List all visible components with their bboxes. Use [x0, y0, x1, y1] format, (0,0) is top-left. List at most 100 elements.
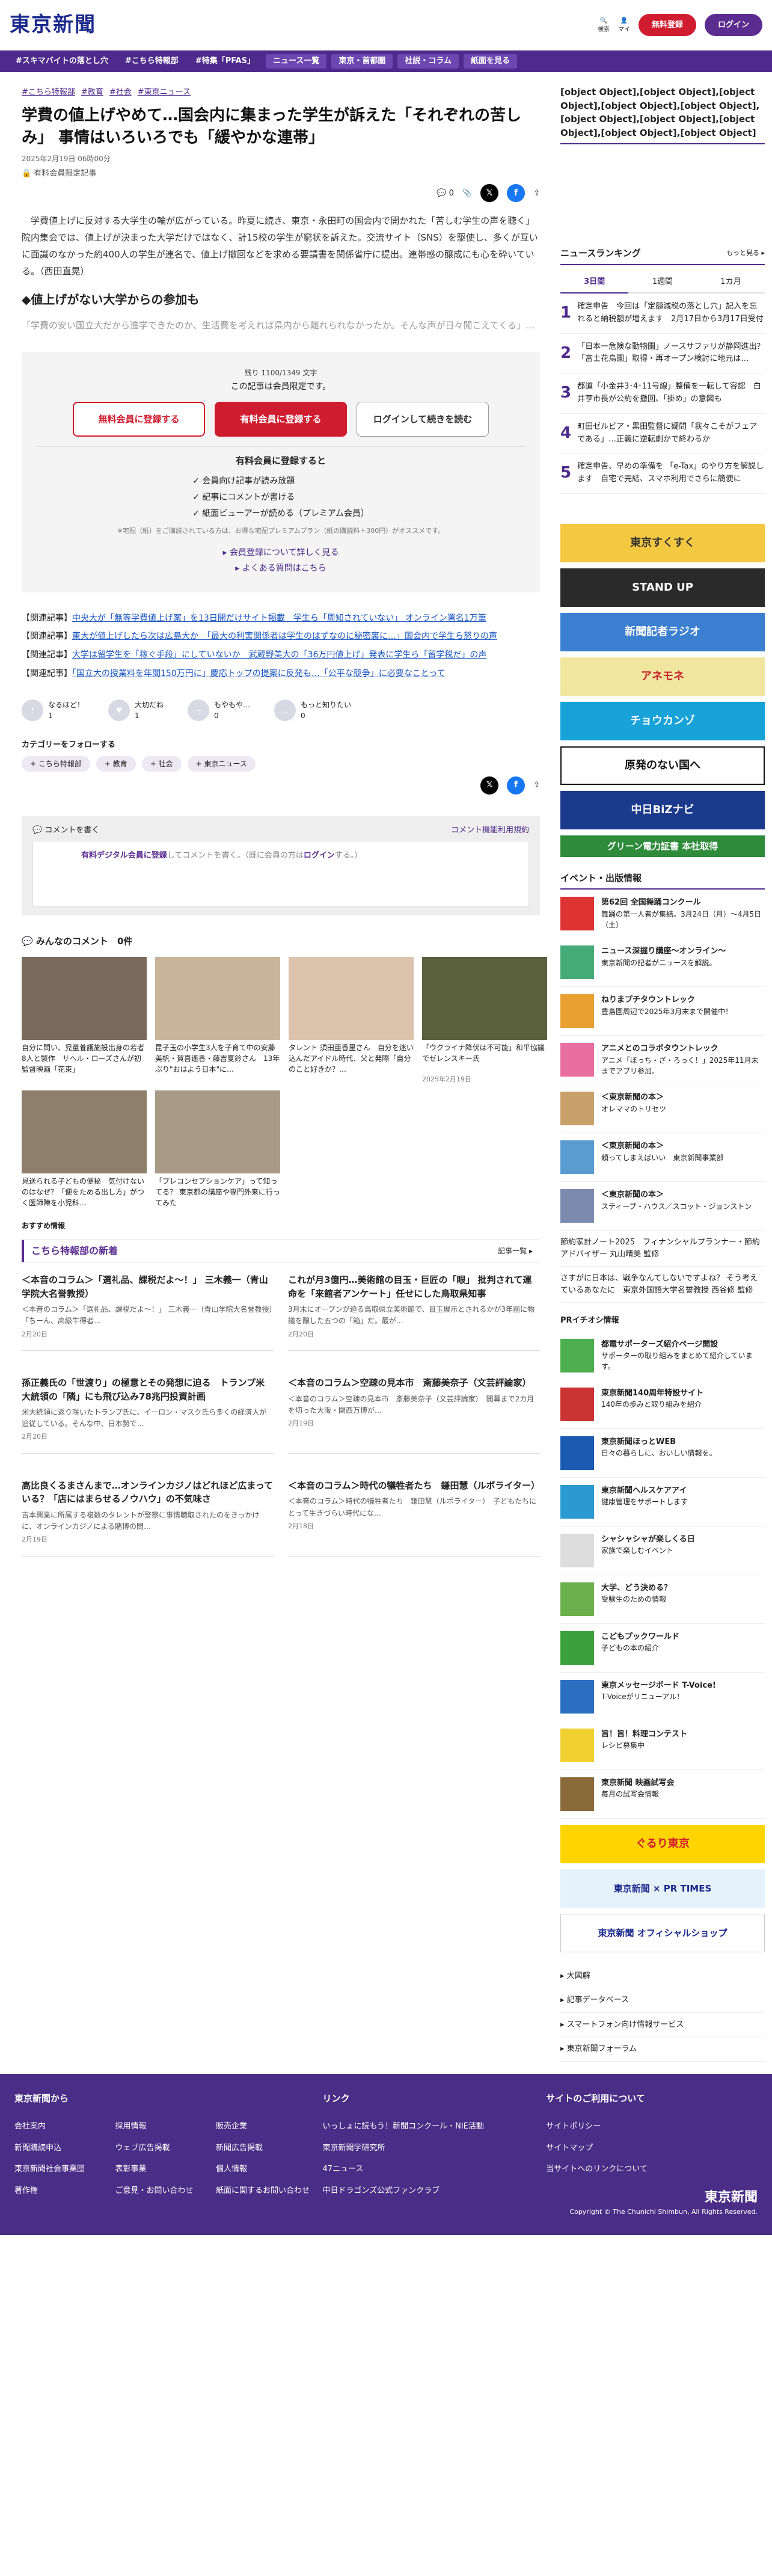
follow-chip[interactable]: + 社会 — [141, 755, 182, 772]
photo-article[interactable]: タレント 須田亜香里さん 自分を迷い込んだアイドル時代、父と発際「自分のこと好き… — [289, 956, 414, 1085]
paid-register-button[interactable]: 有料会員に登録する — [215, 401, 347, 437]
clip-icon[interactable]: 📎 — [462, 188, 472, 200]
share-icon[interactable]: ⇪ — [533, 779, 540, 792]
related-link[interactable]: 大学は留学生を「稼ぐ手段」にしていないか 武蔵野美大の「36万円値上げ」発表に学… — [72, 650, 486, 660]
news-item[interactable]: ＜本音のコラム＞「選礼品、課税だよ～！」 三木義一（青山学院大名誉教授） ＜本音の… — [22, 1262, 280, 1351]
news-item[interactable]: ＜本音のコラム＞時代の犠牲者たち 鎌田慧（ルポライター） ＜本音のコラム＞時代の犠… — [288, 1468, 540, 1557]
reaction-naruhodo[interactable]: ! なるほど！ 1 — [22, 699, 84, 722]
pr-item[interactable]: 東京新聞 映画試写会 毎月の試写会情報 — [560, 1770, 765, 1819]
banner[interactable]: 東京すくすく — [560, 523, 765, 562]
nav-dropdown[interactable]: 東京・首都圏 — [331, 54, 393, 69]
nav-item[interactable]: #スキマバイトの落とし穴 — [10, 55, 114, 67]
footer-link[interactable]: ウェブ広告掲載 — [115, 2142, 209, 2154]
news-item[interactable]: 高比良くるまさんまで…オンラインカジノはどれほど広まっている？「店にはまらせるノ… — [22, 1468, 274, 1557]
nav-item[interactable]: #特集「PFAS」 — [189, 55, 261, 67]
comment-input-area[interactable]: 有料デジタル会員に登録してコメントを書く。（既に会員の方はログインする。） — [32, 841, 529, 908]
tag-link[interactable]: #社会 — [109, 87, 132, 99]
banner[interactable]: 東京新聞 オフィシャルショップ — [560, 1913, 765, 1952]
login-button[interactable]: ログイン — [704, 13, 762, 37]
banner[interactable]: チョウカンゾ — [560, 701, 765, 740]
banner[interactable]: STAND UP — [560, 568, 765, 607]
footer-link[interactable]: 個人情報 — [216, 2163, 310, 2175]
footer-link[interactable]: 会社案内 — [14, 2121, 109, 2133]
news-item[interactable]: 孫正義氏の「世渡り」の極意とその発想に迫る トランプ米大統領の「隣」にも飛び込み… — [22, 1365, 274, 1454]
news-item[interactable]: ＜本音のコラム＞空疎の見本市 斎藤美奈子（文芸評論家） ＜本音のコラム＞空疎の見本… — [288, 1365, 540, 1454]
pr-item[interactable]: こどもプックワールド 子どもの本の紹介 — [560, 1624, 765, 1673]
site-logo[interactable]: 東京新聞 — [10, 10, 96, 40]
related-link[interactable]: 「国立大の授業料を年間150万円に」慶応トップの提案に反発も…「公平な競争」に必… — [72, 669, 446, 678]
follow-chip[interactable]: + こちら特報部 — [22, 755, 90, 772]
tag-link[interactable]: #教育 — [81, 87, 103, 99]
tab-3days[interactable]: 3日間 — [560, 271, 629, 294]
ranking-item[interactable]: 4 町田ゼルビア・黒田監督に疑問「我々こそがフェアである」…正義に逆転劇かで終わる… — [560, 414, 765, 454]
free-register-button[interactable]: 無料会員に登録する — [73, 401, 205, 437]
reaction-moyamoya[interactable]: ~ もやもや… 0 — [188, 699, 250, 722]
footer-side-link[interactable]: ▸ 記事データベース — [560, 1988, 765, 2013]
event-item[interactable]: アニメとのコラボタウントレック アニメ「ぼっち・ざ・ろっく！」2025年11月末ま… — [560, 1036, 765, 1085]
banner[interactable]: 新聞記者ラジオ — [560, 612, 765, 651]
free-register-button[interactable]: 無料登録 — [638, 13, 696, 37]
footer-link[interactable]: 紙面に関するお問い合わせ — [216, 2185, 310, 2197]
book-link[interactable]: さすがに日本は、戦争なんてしないですよね？ そう考えているあなたに 東京外国語大… — [560, 1267, 765, 1303]
nav-item[interactable]: #こちら特報部 — [119, 55, 185, 67]
faq-link[interactable]: ▸ よくある質問はこちら — [235, 564, 326, 573]
footer-link[interactable]: 新聞購読申込 — [14, 2142, 109, 2154]
book-link[interactable]: 節約家計ノート2025 フィナンシャルプランナー・節約アドバイザー 丸山晴美 監… — [560, 1231, 765, 1267]
banner[interactable]: アネモネ — [560, 657, 765, 696]
pr-item[interactable]: 大学、どう決める？ 受験生のための情報 — [560, 1575, 765, 1624]
photo-article[interactable]: 昆子玉の小学生3人を子育て中の安藤美帆・賀喜遥香・藤吉夏鈴さん 13年ぶり"おは… — [155, 956, 280, 1085]
footer-side-link[interactable]: ▸ 大図解 — [560, 1964, 765, 1989]
reaction-motto[interactable]: … もっと知りたい 0 — [274, 699, 351, 722]
banner[interactable]: 中日BiZナビ — [560, 790, 765, 829]
footer-link[interactable]: サイトマップ — [546, 2142, 758, 2154]
mypage-button[interactable]: 👤 マイ — [618, 16, 630, 34]
x-share-icon[interactable]: 𝕏 — [480, 184, 499, 203]
event-item[interactable]: ＜東京新聞の本＞ スティーブ・ハウス／スコット・ジョンストン — [560, 1182, 765, 1231]
facebook-share-icon[interactable]: f — [507, 184, 525, 203]
footer-link[interactable]: 東京新聞社会事業団 — [14, 2163, 109, 2175]
footer-link[interactable]: 表彰事業 — [115, 2163, 209, 2175]
search-button[interactable]: 🔍 検索 — [598, 16, 610, 34]
x-share-icon[interactable]: 𝕏 — [480, 776, 499, 795]
pr-item[interactable]: 東京メッセージボード T-Voice! T-Voiceがリニューアル！ — [560, 1673, 765, 1721]
tab-1week[interactable]: 1週間 — [628, 271, 697, 294]
nav-dropdown[interactable]: 社説・コラム — [397, 54, 459, 69]
ranking-more-link[interactable]: もっと見る ▸ — [726, 248, 765, 259]
nav-dropdown[interactable]: ニュース一覧 — [266, 54, 327, 69]
comment-rules-link[interactable]: コメント機能利用規約 — [451, 825, 529, 837]
nav-dropdown[interactable]: 紙面を見る — [464, 54, 518, 69]
event-item[interactable]: ＜東京新聞の本＞ オレママのトリセツ — [560, 1084, 765, 1134]
footer-link[interactable]: 東京新聞学研究所 — [322, 2142, 534, 2154]
follow-chip[interactable]: + 東京ニュース — [187, 755, 256, 772]
footer-link[interactable]: 採用情報 — [115, 2121, 209, 2133]
footer-link[interactable]: 著作権 — [14, 2185, 109, 2197]
photo-article[interactable]: 自分に問い、児童養護施設出身の若者8人と製作 サヘル・ローズさんが初監督映画「花… — [22, 956, 147, 1085]
tag-link[interactable]: #こちら特報部 — [22, 87, 75, 99]
pr-item[interactable]: 都電サポーターズ紹介ページ開設 サポーターの取り組みをまとめて紹介しています。 — [560, 1332, 765, 1380]
series-more-link[interactable]: 記事一覧 ▸ — [498, 1246, 533, 1256]
photo-article[interactable]: 見送られる子どもの便秘 気付けないのはなぜ？「便をためる出し方」がつく医師陣を小… — [22, 1090, 147, 1208]
ranking-item[interactable]: 1 確定申告 今回は「定額減税の落とし穴」記入を忘れると納税額が増えます 2月17… — [560, 294, 765, 334]
pr-item[interactable]: 旨！旨！料理コンテスト レシピ募集中 — [560, 1721, 765, 1770]
event-item[interactable]: 第62回 全国舞踊コンクール 舞踊の第一人者が集結。3月24日（月）～4月5日（土… — [560, 890, 765, 939]
membership-info-link[interactable]: ▸ 会員登録について詳しく見る — [222, 548, 339, 558]
follow-chip[interactable]: + 教育 — [96, 755, 136, 772]
footer-link[interactable]: 中日ドラゴンズ公式ファンクラブ — [322, 2185, 534, 2197]
banner[interactable]: ぐるり東京 — [560, 1824, 765, 1863]
pr-item[interactable]: 東京新聞ヘルスケアアイ 健康管理をサポートします — [560, 1478, 765, 1526]
banner[interactable]: 東京新聞 × PR TIMES — [560, 1869, 765, 1908]
pr-item[interactable]: シャシャシャが楽しくる日 家族で楽しむイベント — [560, 1526, 765, 1575]
event-item[interactable]: ニュース深掘り講座～オンライン～ 東京新聞の記者がニュースを解説。 — [560, 938, 765, 988]
footer-side-link[interactable]: ▸ スマートフォン向け情報サービス — [560, 2013, 765, 2038]
event-item[interactable]: ねりまプチタウントレック 豊島園周辺で2025年3月末まで開催中！ — [560, 987, 765, 1036]
share-icon[interactable]: ⇪ — [533, 188, 540, 200]
banner[interactable]: グリーン電力証書 本社取得 — [560, 835, 765, 857]
pr-item[interactable]: 東京新聞140周年特設サイト 140年の歩みと取り組みを紹介 — [560, 1380, 765, 1429]
ranking-item[interactable]: 2 「日本一危険な動物園」ノースサファリが静岡進出？「富士花鳥園」取得・再オープン… — [560, 334, 765, 374]
footer-link[interactable]: いっしょに読もう！新聞コンクール・NIE活動 — [322, 2121, 534, 2133]
related-link[interactable]: 中央大が「無等学費値上げ案」を13日開だけサイト掲載 学生ら「周知されていない」… — [72, 613, 486, 623]
facebook-share-icon[interactable]: f — [507, 776, 525, 795]
event-item[interactable]: ＜東京新聞の本＞ 頼ってしまえばいい 東京新聞事業部 — [560, 1133, 765, 1182]
login-to-read-button[interactable]: ログインして続きを読む — [357, 401, 489, 437]
footer-side-link[interactable]: ▸ 東京新聞フォーラム — [560, 2037, 765, 2062]
